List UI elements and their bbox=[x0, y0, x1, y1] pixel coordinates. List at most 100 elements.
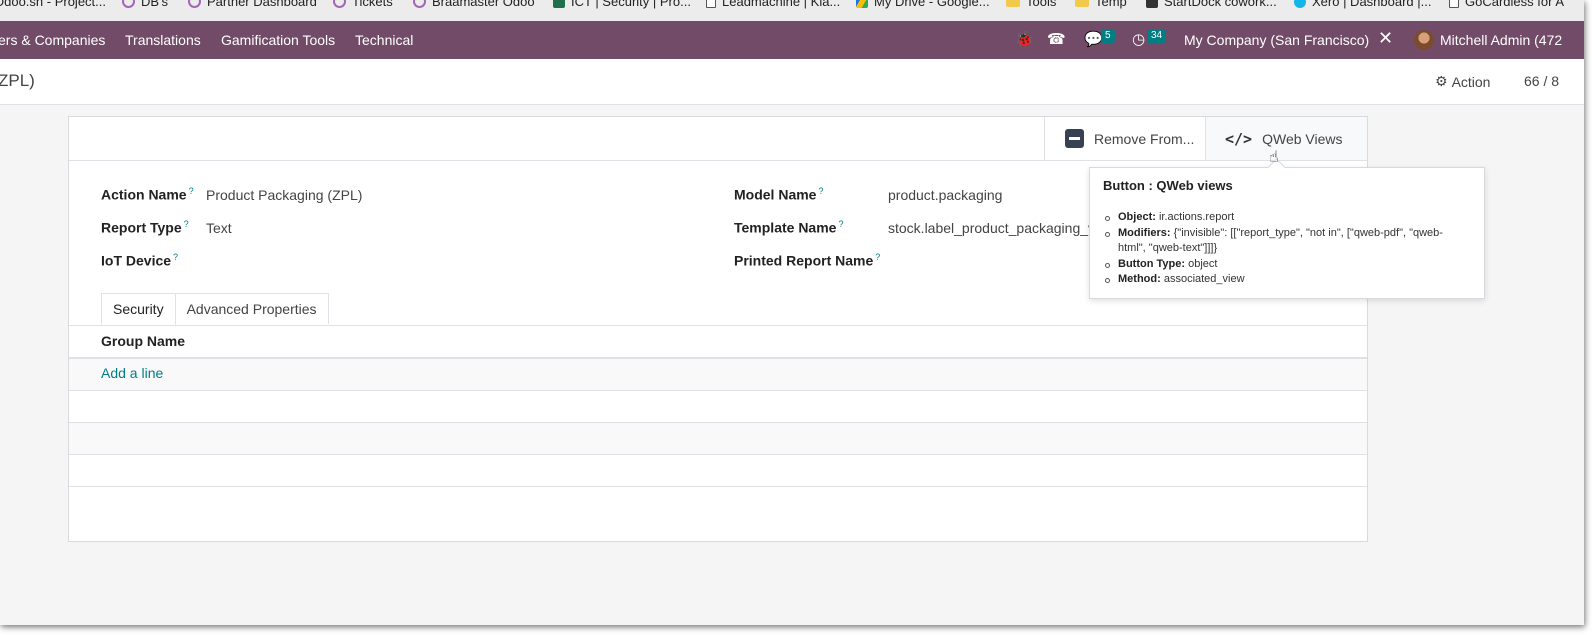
control-panel: ZPL) ⚙ Action 66 / 8 bbox=[0, 59, 1584, 105]
bookmark-my-drive[interactable]: My Drive - Google... bbox=[856, 0, 990, 9]
tooltip-key: Method: bbox=[1118, 273, 1161, 285]
template-name-label: Template Name? bbox=[734, 219, 843, 236]
xero-icon bbox=[1294, 0, 1306, 8]
help-icon[interactable]: ? bbox=[875, 252, 880, 262]
bookmark-xero[interactable]: Xero | Dashboard |... bbox=[1294, 0, 1431, 9]
group-name-column[interactable]: Group Name bbox=[101, 333, 185, 349]
help-icon[interactable]: ? bbox=[818, 186, 823, 196]
bookmark-label: Odoo.sh - Project... bbox=[0, 0, 106, 9]
circle-icon bbox=[333, 0, 346, 8]
list-header: Group Name bbox=[69, 326, 1367, 359]
list-item bbox=[69, 391, 1367, 423]
avatar[interactable] bbox=[1414, 30, 1434, 50]
bookmark-ict-security[interactable]: ICT | Security | Pro... bbox=[553, 0, 691, 9]
template-name-field[interactable]: stock.label_product_packaging_v bbox=[888, 220, 1095, 236]
remove-icon bbox=[1065, 129, 1084, 148]
bookmark-label: GoCardless for A bbox=[1465, 0, 1564, 9]
model-name-field[interactable]: product.packaging bbox=[888, 187, 1002, 203]
doc-icon bbox=[1449, 0, 1459, 8]
tooltip-item-button-type: Button Type: object bbox=[1104, 257, 1464, 273]
bookmark-dbs[interactable]: DB's bbox=[122, 0, 168, 9]
circle-icon bbox=[413, 0, 426, 8]
menu-translations[interactable]: Translations bbox=[125, 32, 201, 48]
report-type-field[interactable]: Text bbox=[206, 220, 232, 236]
bookmarks-bar: Odoo.sh - Project... DB's Partner Dashbo… bbox=[0, 0, 1584, 21]
menu-gamification-tools[interactable]: Gamification Tools bbox=[221, 32, 335, 48]
tools-icon[interactable]: ✕ bbox=[1378, 28, 1393, 49]
list-item bbox=[69, 423, 1367, 455]
clock-icon[interactable]: ◷ bbox=[1132, 30, 1145, 48]
action-name-label: Action Name? bbox=[101, 186, 194, 203]
bookmark-label: Temp bbox=[1095, 0, 1127, 9]
phone-icon[interactable]: ☎ bbox=[1047, 30, 1066, 48]
action-label: Action bbox=[1451, 73, 1491, 90]
qweb-views-button[interactable]: </> QWeb Views bbox=[1205, 117, 1367, 160]
bookmark-partner-dashboard[interactable]: Partner Dashboard bbox=[188, 0, 317, 9]
bookmark-leadmachine[interactable]: Leadmachine | Kla... bbox=[706, 0, 840, 9]
chat-icon[interactable]: 💬 bbox=[1084, 30, 1103, 48]
tooltip-details: Object: ir.actions.report Modifiers: {"i… bbox=[1104, 210, 1464, 288]
bookmark-tickets[interactable]: Tickets bbox=[333, 0, 393, 9]
bookmark-label: ICT | Security | Pro... bbox=[571, 0, 691, 9]
bookmark-startdock[interactable]: StartDock cowork... bbox=[1146, 0, 1277, 9]
tooltip-key: Button Type: bbox=[1118, 257, 1186, 270]
tooltip-key: Modifiers: bbox=[1118, 226, 1171, 239]
bookmark-label: My Drive - Google... bbox=[874, 0, 990, 9]
help-icon[interactable]: ? bbox=[173, 252, 178, 262]
bookmark-temp[interactable]: Temp bbox=[1075, 0, 1127, 9]
qweb-views-tooltip: Button : QWeb views Object: ir.actions.r… bbox=[1089, 167, 1485, 299]
model-name-label: Model Name? bbox=[734, 186, 823, 203]
notebook-tabs: Security Advanced Properties bbox=[101, 293, 329, 325]
gear-icon: ⚙ bbox=[1435, 73, 1448, 89]
bookmark-label: Xero | Dashboard |... bbox=[1312, 0, 1432, 9]
label-text: Model Name bbox=[734, 186, 817, 203]
tooltip-title: Button : QWeb views bbox=[1103, 178, 1233, 193]
tooltip-item-object: Object: ir.actions.report bbox=[1104, 210, 1464, 226]
help-icon[interactable]: ? bbox=[184, 219, 189, 229]
tooltip-item-method: Method: associated_view bbox=[1104, 272, 1464, 288]
activities-badge: 34 bbox=[1147, 29, 1167, 43]
pager-value[interactable]: 66 / 8 bbox=[1524, 73, 1559, 89]
help-icon[interactable]: ? bbox=[838, 219, 843, 229]
tooltip-item-modifiers: Modifiers: {"invisible": [["report_type"… bbox=[1104, 226, 1464, 257]
bookmark-gocardless[interactable]: GoCardless for A bbox=[1449, 0, 1564, 9]
label-text: Action Name bbox=[101, 186, 187, 203]
tooltip-key: Object: bbox=[1118, 211, 1156, 223]
action-button[interactable]: ⚙ Action bbox=[1435, 73, 1490, 90]
tooltip-value: object bbox=[1188, 257, 1218, 270]
folder-icon bbox=[1006, 0, 1020, 7]
bookmark-braamaster[interactable]: Braamaster Odoo bbox=[413, 0, 535, 9]
action-name-field[interactable]: Product Packaging (ZPL) bbox=[206, 187, 362, 203]
menu-users-companies[interactable]: ers & Companies bbox=[0, 32, 105, 48]
bookmark-label: Tickets bbox=[352, 0, 393, 9]
main-navbar: ers & Companies Translations Gamificatio… bbox=[0, 21, 1584, 59]
help-icon[interactable]: ? bbox=[189, 186, 194, 196]
drive-icon bbox=[856, 0, 868, 8]
iot-device-label: IoT Device? bbox=[101, 252, 178, 269]
circle-icon bbox=[122, 0, 135, 8]
bookmark-tools[interactable]: Tools bbox=[1006, 0, 1056, 9]
menu-technical[interactable]: Technical bbox=[355, 32, 413, 48]
qweb-views-label: QWeb Views bbox=[1262, 130, 1343, 147]
label-text: IoT Device bbox=[101, 252, 172, 269]
bug-icon[interactable]: 🐞 bbox=[1015, 30, 1034, 48]
bookmark-label: Braamaster Odoo bbox=[432, 0, 535, 9]
tab-security[interactable]: Security bbox=[101, 293, 176, 325]
tooltip-value: associated_view bbox=[1163, 273, 1245, 285]
tab-advanced-properties[interactable]: Advanced Properties bbox=[175, 293, 329, 324]
user-menu[interactable]: Mitchell Admin (472 bbox=[1440, 32, 1562, 48]
ict-icon bbox=[553, 0, 565, 8]
label-text: Report Type bbox=[101, 219, 182, 236]
bookmark-odoo-sh[interactable]: Odoo.sh - Project... bbox=[0, 0, 106, 9]
circle-icon bbox=[188, 0, 201, 8]
bookmark-label: DB's bbox=[141, 0, 169, 9]
list-item: Add a line bbox=[69, 359, 1367, 391]
add-line-link[interactable]: Add a line bbox=[101, 365, 163, 381]
remove-from-button[interactable]: Remove From... bbox=[1044, 117, 1204, 160]
startdock-icon bbox=[1146, 0, 1158, 8]
messages-badge: 5 bbox=[1101, 29, 1115, 43]
remove-from-label: Remove From... bbox=[1094, 130, 1195, 147]
bookmark-label: Tools bbox=[1026, 0, 1057, 9]
doc-icon bbox=[706, 0, 716, 8]
company-switcher[interactable]: My Company (San Francisco) bbox=[1184, 32, 1369, 48]
